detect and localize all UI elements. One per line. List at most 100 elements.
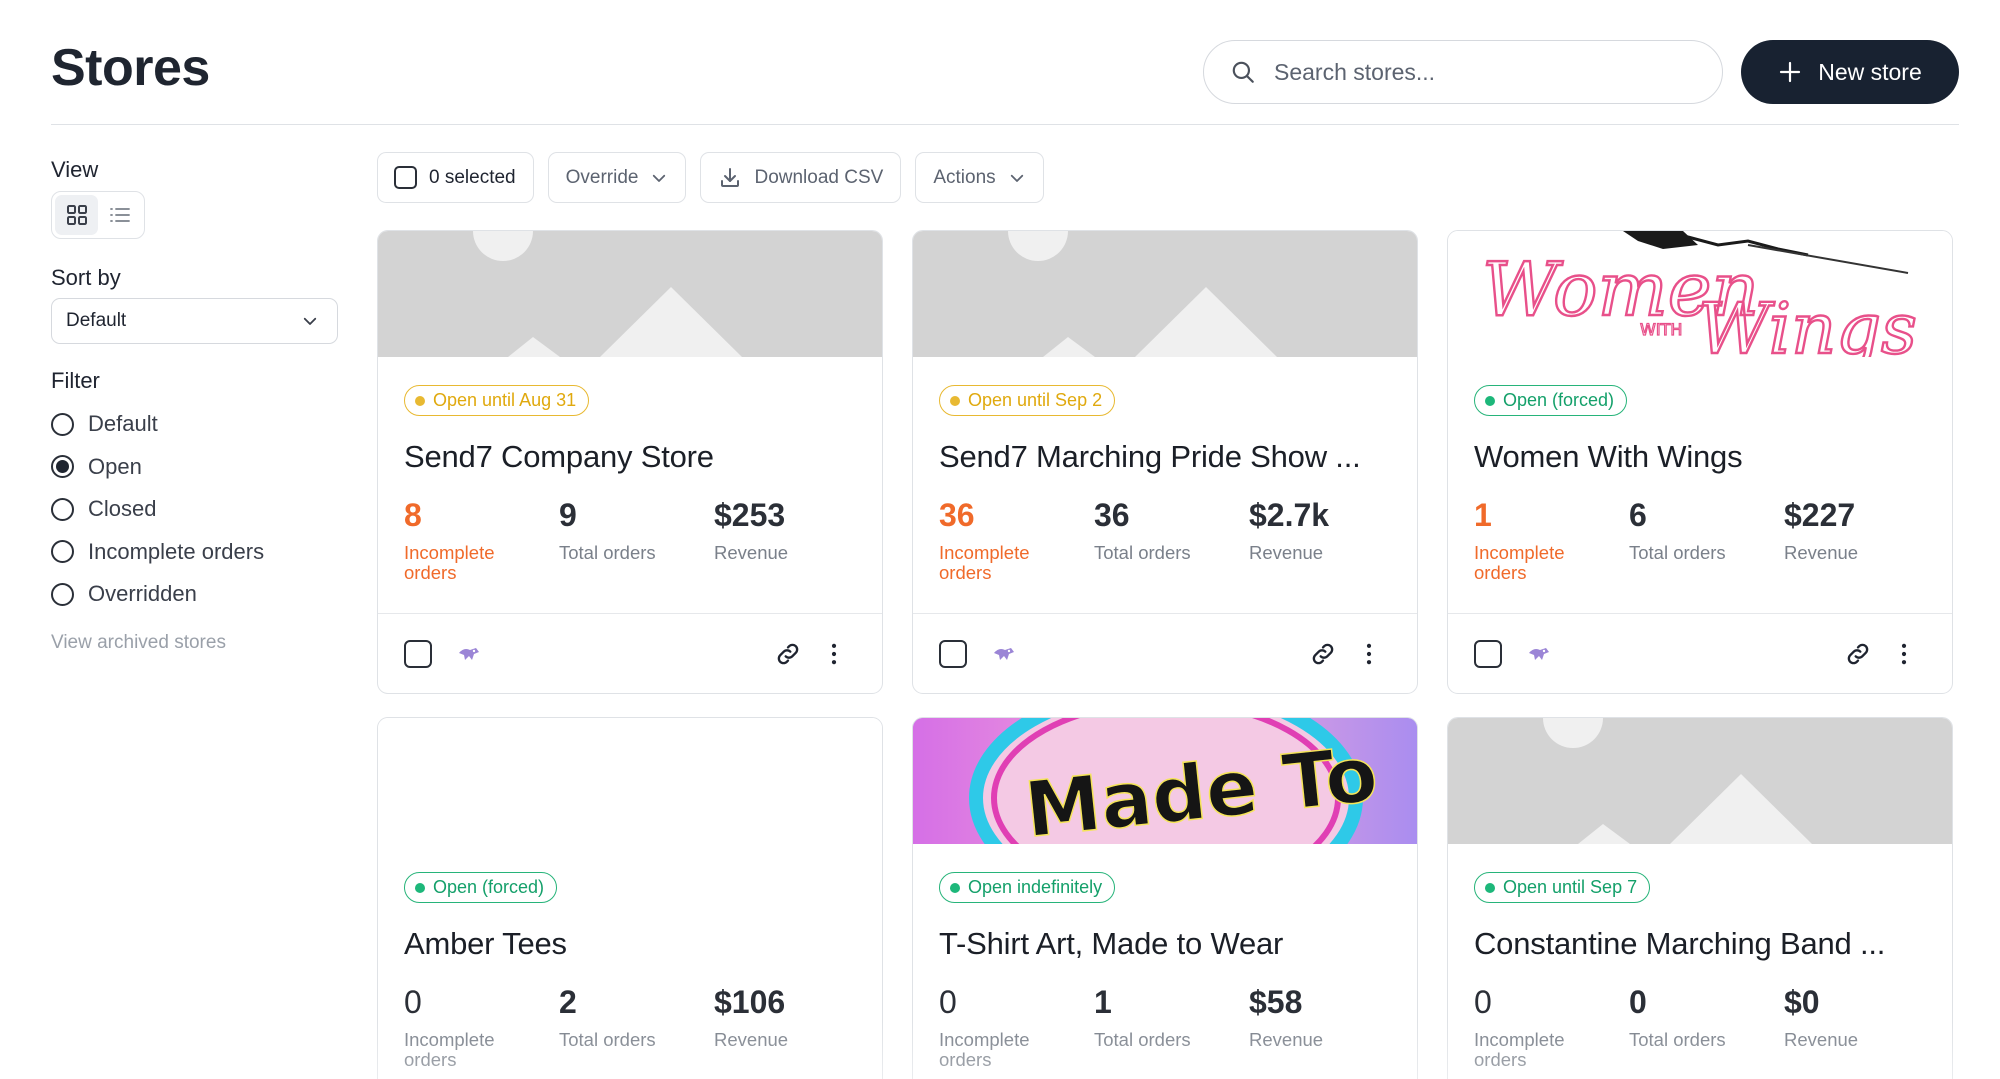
store-card[interactable]: Open (forced) Amber Tees 0 Incomplete ord… xyxy=(377,717,883,1079)
link-icon[interactable] xyxy=(1844,640,1872,668)
store-banner-placeholder xyxy=(378,231,882,357)
store-name[interactable]: Constantine Marching Band ... xyxy=(1474,926,1885,962)
radio-button[interactable] xyxy=(51,412,74,436)
radio-button[interactable] xyxy=(51,540,74,564)
radio-button[interactable] xyxy=(51,582,74,606)
filter-option-default[interactable]: Default xyxy=(51,403,264,446)
filter-label: Filter xyxy=(51,368,100,393)
total-orders-stat: 1 Total orders xyxy=(1094,986,1191,1050)
search-input[interactable] xyxy=(1274,58,1704,86)
plus-icon xyxy=(1780,61,1801,83)
more-vertical-icon[interactable] xyxy=(820,640,848,668)
incomplete-orders-stat: 36 Incomplete orders xyxy=(939,499,1049,583)
link-icon[interactable] xyxy=(774,640,802,668)
more-vertical-icon[interactable] xyxy=(1355,640,1383,668)
view-archived-link[interactable]: View archived stores xyxy=(51,632,226,654)
filter-option-label: Incomplete orders xyxy=(88,538,265,564)
stat-value: 1 xyxy=(1474,497,1492,533)
status-dot xyxy=(1485,882,1495,893)
status-badge: Open (forced) xyxy=(1474,385,1628,416)
stat-label: Incomplete orders xyxy=(1474,1029,1565,1070)
store-name[interactable]: Amber Tees xyxy=(404,926,567,962)
card-footer xyxy=(378,613,882,693)
logo-text-wings: Wings xyxy=(1698,288,1917,357)
override-button[interactable]: Override xyxy=(547,152,687,203)
radio-button[interactable] xyxy=(51,455,74,479)
link-icon[interactable] xyxy=(1309,640,1337,668)
stat-value: $2.7k xyxy=(1249,497,1330,533)
select-all-checkbox[interactable] xyxy=(394,166,417,189)
store-card[interactable]: Made To Open indefinitely T-Shirt Art, M… xyxy=(912,717,1418,1079)
more-vertical-icon[interactable] xyxy=(1890,640,1918,668)
filter-option-incomplete-orders[interactable]: Incomplete orders xyxy=(51,531,264,574)
stat-value: 9 xyxy=(559,497,577,533)
actions-button[interactable]: Actions xyxy=(915,152,1044,203)
download-csv-button[interactable]: Download CSV xyxy=(700,152,902,203)
stat-label: Incomplete orders xyxy=(939,542,1030,583)
stat-value: 36 xyxy=(939,497,975,533)
card-checkbox[interactable] xyxy=(1474,640,1502,668)
radio-button[interactable] xyxy=(51,497,74,521)
card-checkbox[interactable] xyxy=(404,640,432,668)
status-dot xyxy=(950,395,960,406)
actions-label: Actions xyxy=(933,166,996,188)
status-badge: Open until Sep 2 xyxy=(939,385,1116,416)
stat-label: Incomplete orders xyxy=(404,1029,495,1070)
chevron-down-icon xyxy=(303,317,317,325)
store-name[interactable]: T-Shirt Art, Made to Wear xyxy=(939,926,1283,962)
store-name[interactable]: Women With Wings xyxy=(1474,439,1743,475)
grid-view-button[interactable] xyxy=(55,195,98,235)
status-text: Open indefinitely xyxy=(968,877,1103,897)
mascot-icon xyxy=(459,648,479,660)
total-orders-stat: 6 Total orders xyxy=(1629,499,1726,563)
stat-label: Revenue xyxy=(1784,542,1859,563)
page-title: Stores xyxy=(51,39,210,97)
sort-value: Default xyxy=(66,310,127,331)
store-name[interactable]: Send7 Marching Pride Show ... xyxy=(939,439,1361,475)
filter-option-overridden[interactable]: Overridden xyxy=(51,573,264,616)
status-text: Open (forced) xyxy=(433,877,545,897)
stat-value: $58 xyxy=(1249,984,1303,1020)
status-text: Open until Sep 7 xyxy=(1503,877,1638,897)
filter-option-open[interactable]: Open xyxy=(51,446,264,489)
mascot-icon xyxy=(994,648,1014,660)
store-banner-placeholder xyxy=(1448,718,1952,844)
revenue-stat: $253 Revenue xyxy=(714,499,788,563)
store-card[interactable]: Open until Sep 7 Constantine Marching Ba… xyxy=(1447,717,1953,1079)
stat-value: 0 xyxy=(1629,984,1647,1020)
stat-label: Incomplete orders xyxy=(404,542,495,583)
store-name[interactable]: Send7 Company Store xyxy=(404,439,714,475)
selected-count: 0 selected xyxy=(429,166,516,188)
sort-select[interactable]: Default xyxy=(51,298,338,344)
store-banner-image: Made To xyxy=(913,718,1417,844)
override-label: Override xyxy=(565,166,639,188)
stat-label: Revenue xyxy=(714,542,789,563)
stat-label: Incomplete orders xyxy=(939,1029,1030,1070)
stat-value: 1 xyxy=(1094,984,1112,1020)
logo-text-with: WITH xyxy=(1640,320,1682,339)
stat-value: 0 xyxy=(1474,984,1492,1020)
store-card[interactable]: Women WITH Wings Open (forced) Women Wit… xyxy=(1447,230,1953,694)
incomplete-orders-stat: 0 Incomplete orders xyxy=(939,986,1049,1070)
card-checkbox[interactable] xyxy=(939,640,967,668)
new-store-button[interactable]: New store xyxy=(1741,40,1959,104)
select-all-button[interactable]: 0 selected xyxy=(377,152,534,203)
list-view-button[interactable] xyxy=(98,195,141,235)
chevron-down-icon xyxy=(1010,174,1023,182)
header-divider xyxy=(51,124,1959,125)
search-icon xyxy=(1232,61,1254,83)
store-card[interactable]: Open until Sep 2 Send7 Marching Pride Sh… xyxy=(912,230,1418,694)
view-toggle xyxy=(51,191,145,239)
stat-value: 2 xyxy=(559,984,577,1020)
image-placeholder-icon xyxy=(1008,231,1277,357)
stat-value: $253 xyxy=(714,497,786,533)
search-box[interactable] xyxy=(1203,40,1723,104)
store-card[interactable]: Open until Aug 31 Send7 Company Store 8 I… xyxy=(377,230,883,694)
total-orders-stat: 2 Total orders xyxy=(559,986,656,1050)
stat-value: 8 xyxy=(404,497,422,533)
filter-option-label: Overridden xyxy=(88,581,197,607)
card-footer xyxy=(913,613,1417,693)
filter-option-closed[interactable]: Closed xyxy=(51,488,264,531)
stat-label: Revenue xyxy=(714,1029,789,1050)
revenue-stat: $106 Revenue xyxy=(714,986,788,1050)
